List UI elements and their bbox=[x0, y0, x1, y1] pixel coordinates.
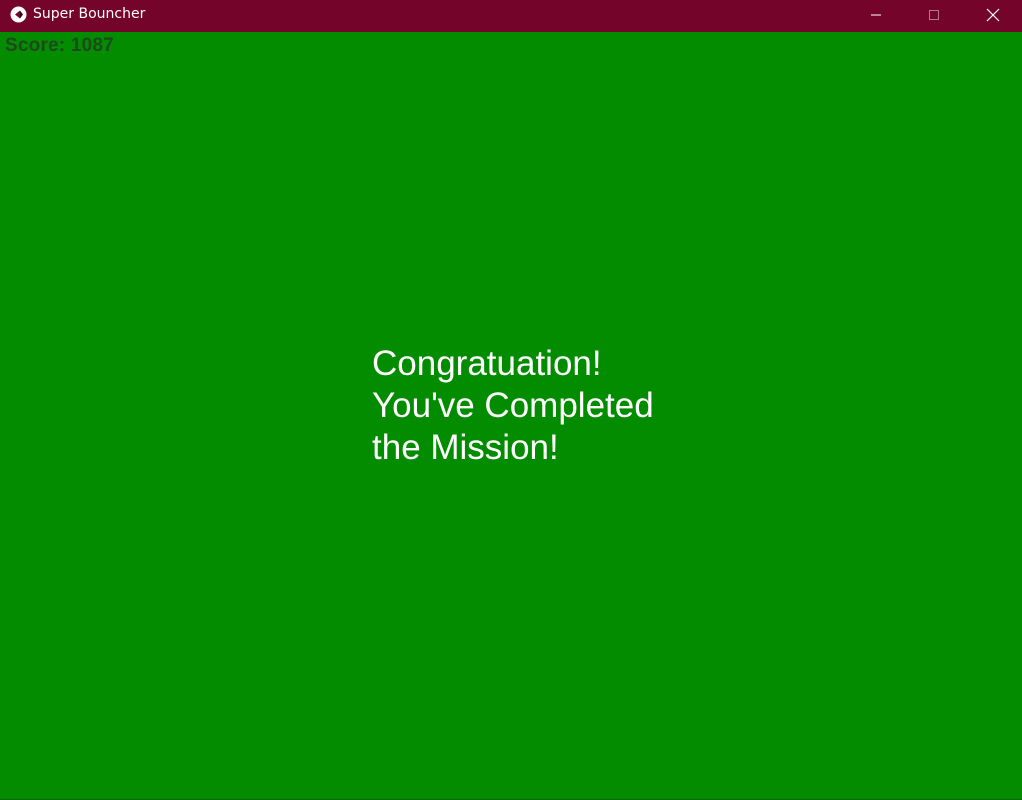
maximize-button[interactable] bbox=[905, 0, 963, 30]
game-canvas[interactable]: Score: 1087 Congratuation! You've Comple… bbox=[0, 32, 1022, 800]
minimize-button[interactable] bbox=[847, 0, 905, 30]
unity-logo-icon bbox=[10, 6, 27, 23]
message-line-2: You've Completed bbox=[372, 386, 654, 425]
title-bar[interactable]: Super Bouncher bbox=[0, 0, 1022, 32]
minimize-icon bbox=[871, 14, 881, 16]
message-line-1: Congratuation! bbox=[372, 344, 602, 383]
maximize-icon bbox=[929, 10, 939, 20]
window-title: Super Bouncher bbox=[33, 6, 146, 22]
score-label: Score: 1087 bbox=[5, 35, 114, 56]
close-button[interactable] bbox=[964, 0, 1022, 30]
mission-complete-message: Congratuation! You've Completed the Miss… bbox=[372, 343, 692, 469]
game-window: Super Bouncher Score: 1087 Congratuation… bbox=[0, 0, 1022, 800]
message-line-3: the Mission! bbox=[372, 428, 559, 467]
close-icon bbox=[986, 8, 1000, 22]
